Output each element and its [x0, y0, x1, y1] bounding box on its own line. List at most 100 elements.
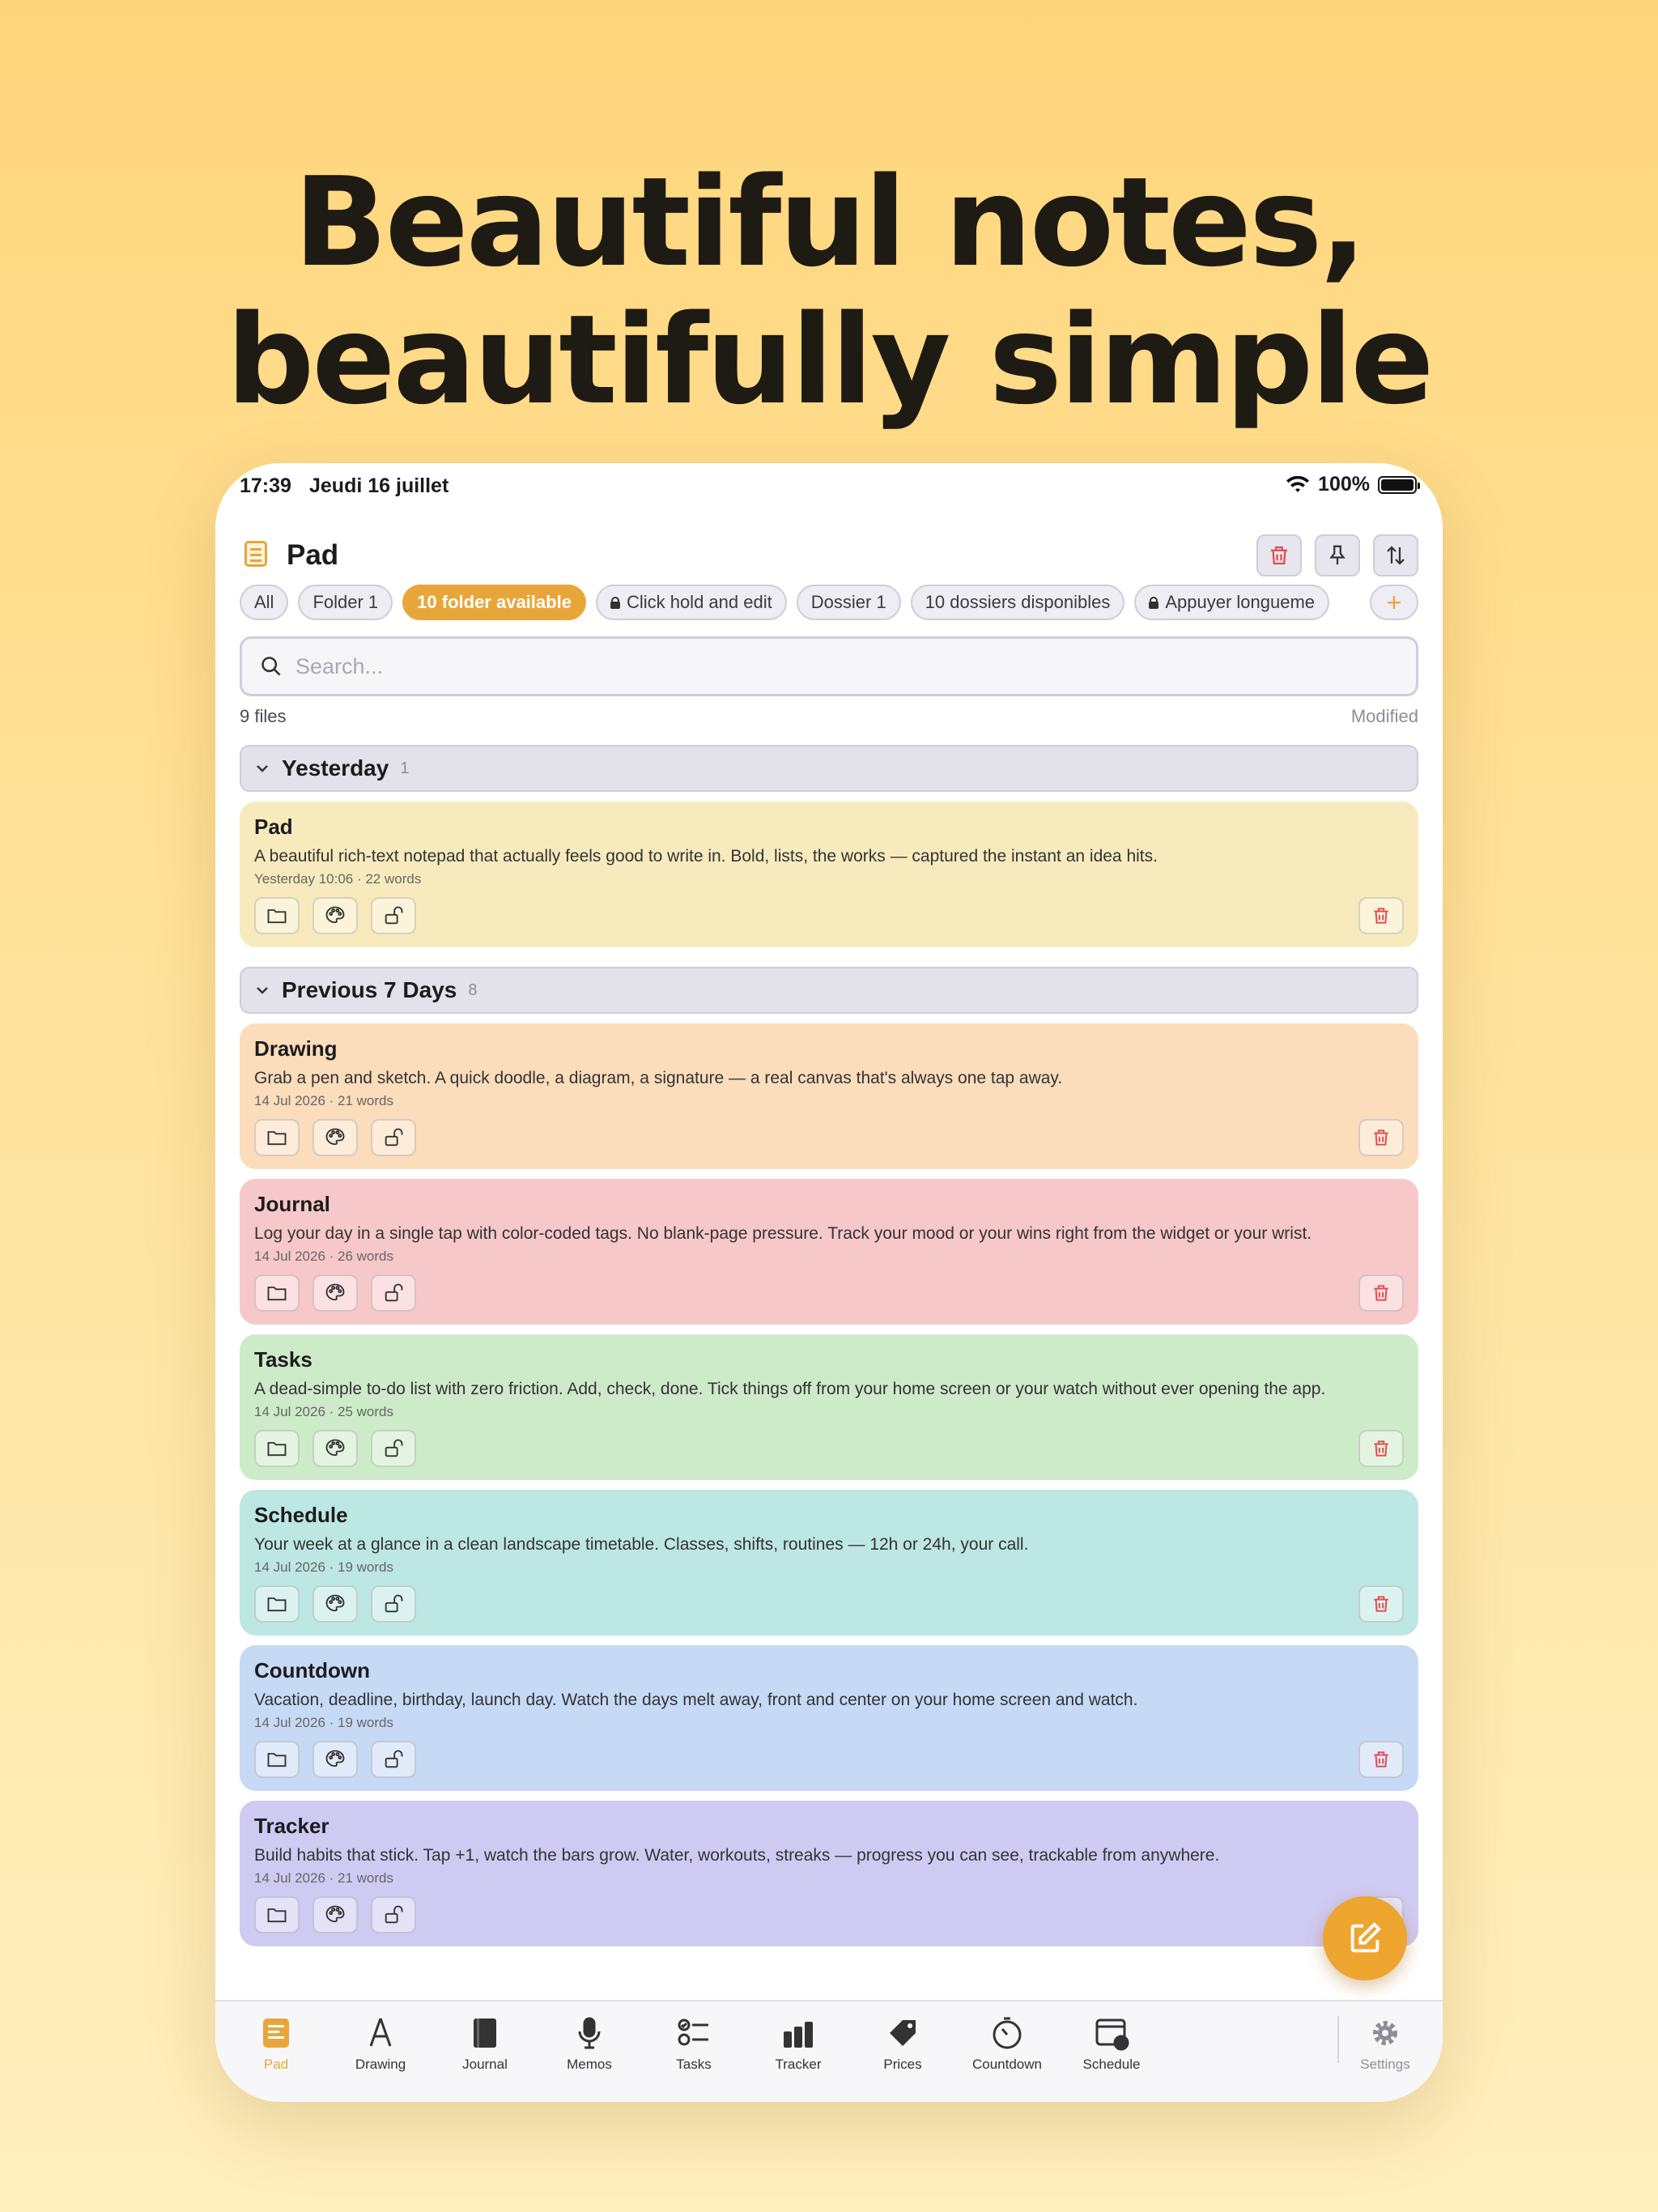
- move-folder-button[interactable]: [254, 1585, 300, 1623]
- compose-icon: [1350, 1922, 1381, 1953]
- tab-journal[interactable]: Journal: [440, 2013, 529, 2073]
- lock-button[interactable]: [371, 897, 416, 934]
- section-count: 1: [400, 759, 410, 777]
- tab-tracker[interactable]: Tracker: [754, 2013, 843, 2073]
- note-card[interactable]: Schedule Your week at a glance in a clea…: [240, 1490, 1418, 1636]
- note-title: Drawing: [254, 1036, 338, 1061]
- unlock-icon: [385, 1750, 403, 1768]
- tab-memos[interactable]: Memos: [545, 2013, 634, 2073]
- note-actions: [254, 1119, 1404, 1156]
- unlock-icon: [385, 1905, 403, 1924]
- chip-all[interactable]: All: [240, 585, 289, 620]
- notes-list: Yesterday 1 Pad A beautiful rich-text no…: [240, 745, 1418, 1956]
- delete-note-button[interactable]: [1358, 1119, 1404, 1156]
- chip-10-folder-available[interactable]: 10 folder available: [402, 585, 586, 620]
- note-card[interactable]: Countdown Vacation, deadline, birthday, …: [240, 1645, 1418, 1791]
- pin-button[interactable]: [1315, 534, 1360, 576]
- delete-note-button[interactable]: [1358, 1741, 1404, 1778]
- color-button[interactable]: [312, 897, 358, 934]
- tab-tasks[interactable]: Tasks: [649, 2013, 738, 2073]
- move-folder-button[interactable]: [254, 1741, 300, 1778]
- tab-countdown[interactable]: Countdown: [963, 2013, 1052, 2073]
- tab-prices[interactable]: Prices: [858, 2013, 947, 2073]
- new-note-button[interactable]: [1323, 1896, 1407, 1980]
- lock-button[interactable]: [371, 1430, 416, 1467]
- chip-dossier-1[interactable]: Dossier 1: [796, 585, 901, 620]
- move-folder-button[interactable]: [254, 1430, 300, 1467]
- note-card[interactable]: Drawing Grab a pen and sketch. A quick d…: [240, 1023, 1418, 1169]
- tab-label: Pad: [263, 2057, 289, 2072]
- chevron-down-icon: [257, 987, 268, 994]
- note-meta: 14 Jul 2026 · 25 words: [254, 1404, 393, 1419]
- chip-click-hold-edit[interactable]: Click hold and edit: [595, 585, 787, 620]
- section-header[interactable]: Previous 7 Days 8: [240, 967, 1418, 1014]
- chip-10-dossiers[interactable]: 10 dossiers disponibles: [910, 585, 1125, 620]
- tab-settings[interactable]: Settings: [1341, 2013, 1430, 2073]
- search-input[interactable]: [295, 653, 1267, 679]
- palette-icon: [325, 1750, 345, 1767]
- lock-button[interactable]: [371, 1585, 416, 1623]
- chip-appuyer-longuement[interactable]: Appuyer longueme: [1134, 585, 1330, 620]
- note-actions: [254, 1741, 1404, 1778]
- color-button[interactable]: [312, 1430, 358, 1467]
- chip-label: Appuyer longueme: [1165, 592, 1316, 612]
- note-meta: 14 Jul 2026 · 21 words: [254, 1870, 393, 1886]
- chip-label: Click hold and edit: [626, 592, 772, 612]
- search-bar[interactable]: [240, 636, 1418, 696]
- tab-schedule[interactable]: Schedule: [1067, 2013, 1156, 2073]
- wifi-icon: [1286, 475, 1310, 492]
- note-meta: Yesterday 10:06 · 22 words: [254, 871, 422, 887]
- lock-icon: [1149, 597, 1159, 609]
- trash-icon: [1374, 1440, 1388, 1457]
- move-folder-button[interactable]: [254, 897, 300, 934]
- sort-label[interactable]: Modified: [1351, 706, 1418, 727]
- note-preview: Build habits that stick. Tap +1, watch t…: [254, 1846, 1220, 1865]
- delete-note-button[interactable]: [1358, 897, 1404, 934]
- note-actions: [254, 897, 1404, 934]
- note-card[interactable]: Tracker Build habits that stick. Tap +1,…: [240, 1801, 1418, 1946]
- delete-note-button[interactable]: [1358, 1585, 1404, 1623]
- section-header[interactable]: Yesterday 1: [240, 745, 1418, 792]
- note-card[interactable]: Pad A beautiful rich-text notepad that a…: [240, 802, 1418, 947]
- note-title: Journal: [254, 1192, 330, 1216]
- note-card[interactable]: Tasks A dead-simple to-do list with zero…: [240, 1334, 1418, 1480]
- chip-folder-1[interactable]: Folder 1: [298, 585, 393, 620]
- gear-icon: [1373, 2021, 1397, 2045]
- delete-note-button[interactable]: [1358, 1274, 1404, 1312]
- tab-pad[interactable]: Pad: [232, 2013, 321, 2073]
- section-title: Previous 7 Days: [282, 977, 457, 1002]
- tab-drawing[interactable]: Drawing: [336, 2013, 425, 2073]
- lock-button[interactable]: [371, 1274, 416, 1312]
- color-button[interactable]: [312, 1896, 358, 1933]
- color-button[interactable]: [312, 1585, 358, 1623]
- note-card[interactable]: Journal Log your day in a single tap wit…: [240, 1179, 1418, 1325]
- color-button[interactable]: [312, 1119, 358, 1156]
- battery-percent: 100%: [1318, 473, 1370, 496]
- move-folder-button[interactable]: [254, 1119, 300, 1156]
- delete-note-button[interactable]: [1358, 1430, 1404, 1467]
- battery-icon: [1378, 475, 1420, 494]
- lock-button[interactable]: [371, 1741, 416, 1778]
- pad-icon: [263, 2018, 289, 2048]
- sort-button[interactable]: [1373, 534, 1418, 576]
- note-title: Pad: [254, 815, 293, 839]
- palette-icon: [325, 1128, 345, 1146]
- lock-button[interactable]: [371, 1896, 416, 1933]
- unlock-icon: [385, 1594, 403, 1613]
- color-button[interactable]: [312, 1274, 358, 1312]
- tab-label: Drawing: [355, 2057, 406, 2072]
- note-title: Tracker: [254, 1814, 329, 1838]
- tab-label: Schedule: [1082, 2057, 1141, 2072]
- palette-icon: [325, 1905, 345, 1923]
- add-folder-button[interactable]: +: [1370, 585, 1418, 620]
- move-folder-button[interactable]: [254, 1274, 300, 1312]
- note-meta: 14 Jul 2026 · 21 words: [254, 1093, 393, 1108]
- move-folder-button[interactable]: [254, 1896, 300, 1933]
- trash-button[interactable]: [1256, 534, 1302, 576]
- note-meta: 14 Jul 2026 · 19 words: [254, 1715, 393, 1730]
- bars-icon: [784, 2022, 813, 2048]
- palette-icon: [325, 1594, 345, 1612]
- lock-button[interactable]: [371, 1119, 416, 1156]
- folder-chips: All Folder 1 10 folder available Click h…: [240, 585, 1418, 622]
- color-button[interactable]: [312, 1741, 358, 1778]
